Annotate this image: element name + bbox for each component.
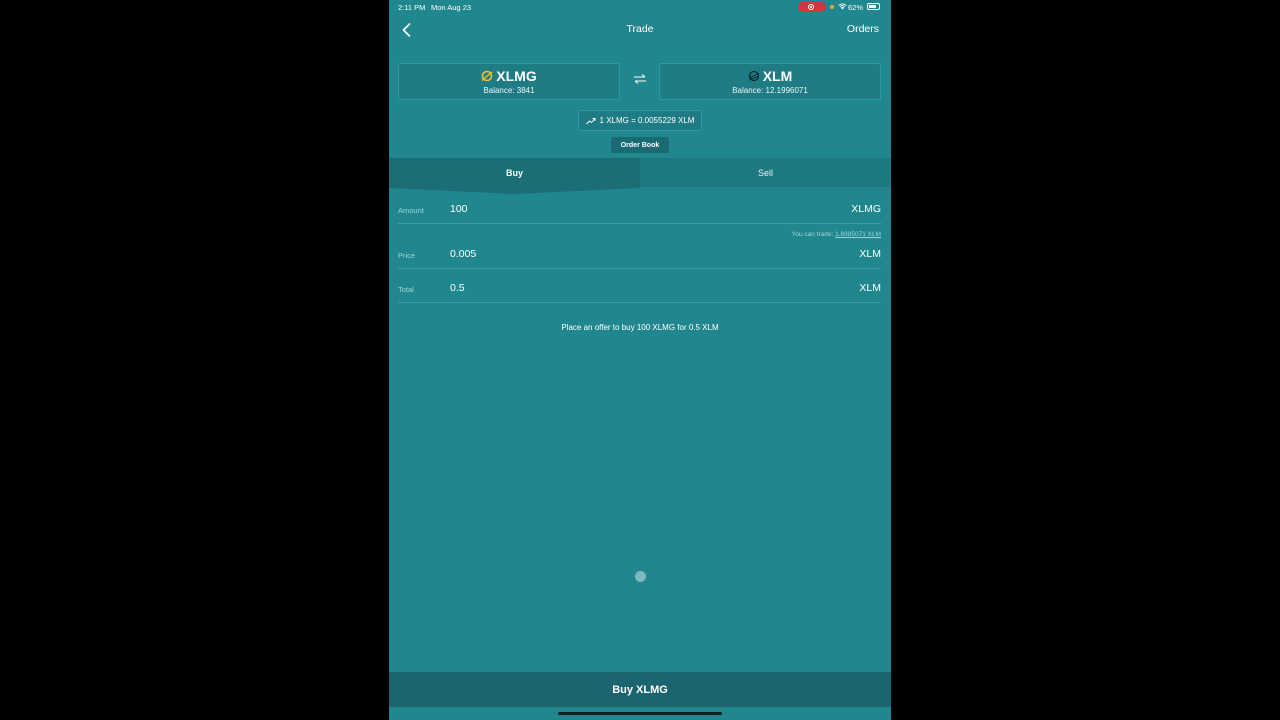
touch-indicator: [635, 571, 646, 582]
trade-tabs: Buy Sell: [389, 158, 891, 187]
price-input[interactable]: 0.005: [450, 248, 476, 260]
swap-assets-button[interactable]: [631, 73, 649, 88]
battery-percent: 62%: [848, 3, 864, 12]
price-label: Price: [398, 251, 416, 260]
exchange-rate-text: 1 XLMG = 0.0055229 XLM: [599, 116, 695, 125]
status-time: 2:11 PM: [398, 3, 426, 12]
offer-summary: Place an offer to buy 100 XLMG for 0.5 X…: [561, 323, 719, 332]
exchange-rate: 1 XLMG = 0.0055229 XLM: [578, 110, 702, 131]
selling-asset-selector[interactable]: XLMG Balance: 3841: [398, 63, 620, 100]
trade-screen: 2:11 PM Mon Aug 23 62% Trade Orders XLMG…: [389, 0, 891, 720]
total-field[interactable]: Total 0.5 XLM: [398, 277, 881, 303]
amount-input[interactable]: 100: [450, 203, 468, 215]
asset-code-xlmg: XLMG: [496, 68, 537, 84]
can-trade-link[interactable]: 1.6985071 XLM: [835, 231, 881, 238]
status-bar: 2:11 PM Mon Aug 23 62%: [389, 0, 891, 14]
orders-button[interactable]: Orders: [847, 23, 879, 35]
asset-code-xlm: XLM: [762, 68, 793, 84]
total-input[interactable]: 0.5: [450, 282, 465, 294]
amount-field[interactable]: Amount 100 XLMG: [398, 198, 881, 224]
buying-asset-selector[interactable]: XLM Balance: 12.1996071: [659, 63, 881, 100]
status-date: Mon Aug 23: [431, 3, 472, 12]
amount-unit: XLMG: [851, 203, 881, 215]
wifi-icon: [838, 3, 847, 12]
battery-icon: [867, 3, 880, 10]
total-label: Total: [398, 285, 414, 294]
price-unit: XLM: [859, 248, 881, 260]
page-title: Trade: [626, 23, 654, 35]
asset-balance-xlmg: Balance: 3841: [483, 86, 535, 95]
screen-recording-indicator: [798, 2, 826, 12]
stellar-logo-icon: [748, 70, 759, 82]
buy-xlmg-button[interactable]: Buy XLMG: [389, 672, 891, 707]
can-trade-label: You can trade:: [791, 231, 834, 238]
microphone-indicator-dot: [830, 5, 834, 9]
total-unit: XLM: [859, 282, 881, 294]
asset-balance-xlm: Balance: 12.1996071: [732, 86, 808, 95]
tab-sell[interactable]: Sell: [640, 158, 891, 187]
can-trade-hint: You can trade: 1.6985071 XLM: [792, 231, 881, 238]
xlmg-logo-icon: [481, 70, 493, 82]
price-field[interactable]: Price 0.005 XLM: [398, 243, 881, 269]
home-indicator[interactable]: [558, 712, 722, 715]
swap-arrows-icon: [634, 74, 646, 84]
record-icon: [808, 4, 814, 10]
order-book-button[interactable]: Order Book: [611, 137, 669, 153]
trend-up-icon: [585, 117, 595, 124]
active-tab-indicator: [389, 187, 640, 194]
tab-buy[interactable]: Buy: [389, 158, 640, 187]
amount-label: Amount: [398, 206, 424, 215]
